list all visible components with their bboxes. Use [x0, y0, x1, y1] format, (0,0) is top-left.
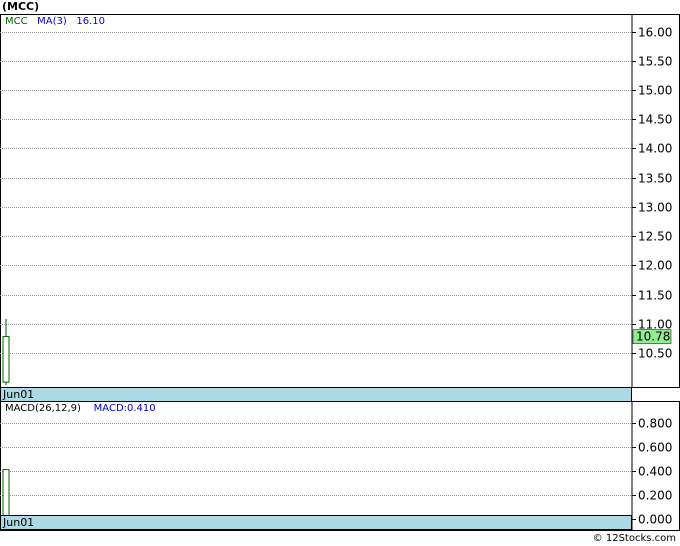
price-tick-label: 15.00	[638, 84, 672, 98]
price-tick-label: 12.50	[638, 230, 672, 244]
footer-credit: © 12Stocks.com	[592, 533, 676, 544]
macd-tick-label: 0.000	[638, 513, 672, 527]
macd-axis-ticks: 0.800 0.600 0.400 0.200 0.000	[632, 417, 672, 527]
price-date-label: Jun01	[3, 388, 35, 401]
price-candles	[2, 319, 10, 386]
price-legend: MCC MA(3) 16.10	[5, 16, 105, 27]
last-price-label: 10.78	[636, 330, 670, 344]
price-date-bar: Jun01	[0, 387, 632, 402]
candle-body	[2, 336, 10, 383]
chart-title: (MCC)	[2, 0, 40, 13]
price-tick-label: 16.00	[638, 26, 672, 40]
price-tick-label: 13.50	[638, 172, 672, 186]
macd-legend-value: MACD:0.410	[93, 403, 156, 414]
macd-panel: 0.800 0.600 0.400 0.200 0.000 MACD(26,12,9) …	[0, 401, 680, 531]
price-tick-label: 11.50	[638, 289, 672, 303]
macd-bars	[2, 469, 10, 520]
macd-legend: MACD(26,12,9) MACD:0.410	[5, 403, 156, 414]
price-gridlines	[0, 32, 632, 354]
price-panel: 16.00 15.50 15.00 14.50 14.00 13.50 13.00 12.50…	[0, 14, 680, 388]
price-tick-label: 14.00	[638, 142, 672, 156]
price-tick-label: 12.00	[638, 259, 672, 273]
macd-tick-label: 0.600	[638, 441, 672, 455]
price-tick-label: 14.50	[638, 113, 672, 127]
price-axis-ticks: 16.00 15.50 15.00 14.50 14.00 13.50 13.00 12.50…	[632, 26, 672, 361]
price-chart-svg: 16.00 15.50 15.00 14.50 14.00 13.50 13.00 12.50…	[0, 14, 672, 388]
macd-tick-label: 0.200	[638, 489, 672, 503]
macd-legend-label: MACD(26,12,9)	[5, 403, 81, 414]
macd-date-bar: Jun01	[0, 515, 632, 530]
macd-date-label: Jun01	[3, 516, 35, 529]
price-tick-label: 15.50	[638, 55, 672, 69]
legend-symbol: MCC	[5, 16, 28, 27]
legend-ma-value: 16.10	[76, 16, 105, 27]
legend-ma-label: MA(3)	[37, 16, 67, 27]
macd-tick-label: 0.400	[638, 465, 672, 479]
price-tick-label: 10.50	[638, 347, 672, 361]
macd-chart-svg: 0.800 0.600 0.400 0.200 0.000	[0, 401, 672, 531]
macd-tick-label: 0.800	[638, 417, 672, 431]
price-tick-label: 13.00	[638, 201, 672, 215]
macd-gridlines	[0, 423, 632, 520]
macd-bar	[2, 469, 10, 520]
